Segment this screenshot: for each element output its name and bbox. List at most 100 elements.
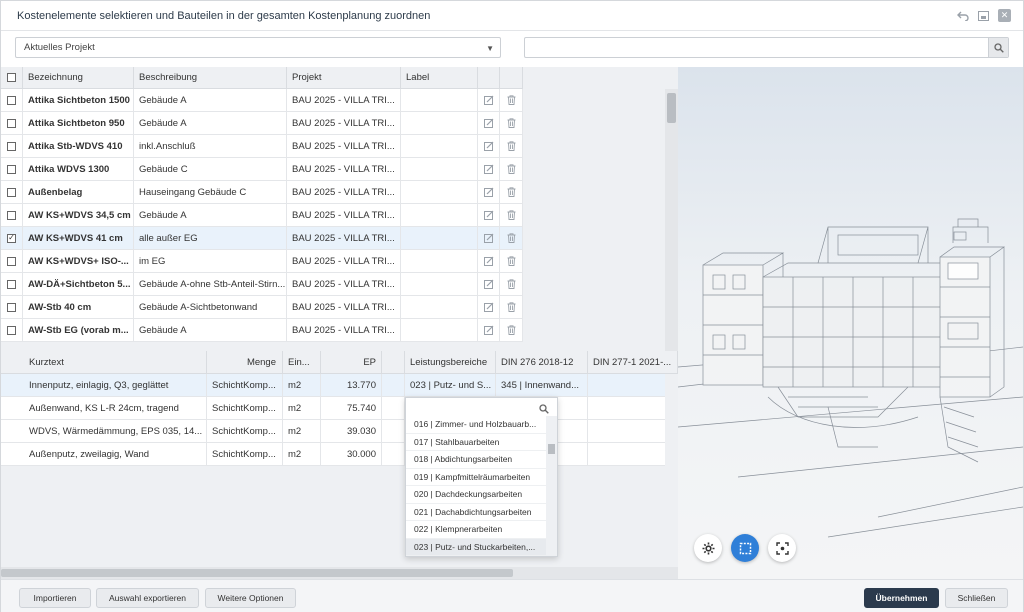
dropdown-scrollbar[interactable] — [546, 416, 557, 556]
undo-icon[interactable] — [956, 9, 969, 22]
cell-din276[interactable]: 345 | Innenwand... — [496, 374, 588, 396]
trash-icon[interactable] — [507, 118, 516, 128]
header-beschreibung[interactable]: Beschreibung — [134, 67, 287, 88]
table-row[interactable]: AW-Stb 40 cm Gebäude A-Sichtbetonwand BAU … — [1, 296, 523, 319]
header-ep[interactable]: EP — [321, 351, 382, 373]
trash-icon[interactable] — [507, 210, 516, 220]
cell-bezeichnung: AW KS+WDVS 34,5 cm — [23, 204, 134, 226]
cell-menge: SchichtKomp... — [207, 374, 283, 396]
more-options-button[interactable]: Weitere Optionen — [205, 588, 296, 608]
export-selection-button[interactable]: Auswahl exportieren — [96, 588, 199, 608]
search-input[interactable] — [524, 37, 1009, 58]
search-button[interactable] — [988, 38, 1008, 57]
dropdown-option[interactable]: 017 | Stahlbauarbeiten — [406, 434, 546, 451]
trash-icon[interactable] — [507, 187, 516, 197]
table-row[interactable]: AW KS+WDVS 34,5 cm Gebäude A BAU 2025 - VI… — [1, 204, 523, 227]
table-row[interactable]: AW KS+WDVS+ ISO-... im EG BAU 2025 - VILLA… — [1, 250, 523, 273]
cell-beschreibung: Gebäude A-ohne Stb-Anteil-Stirn... — [134, 273, 287, 295]
trash-icon[interactable] — [507, 256, 516, 266]
apply-button[interactable]: Übernehmen — [864, 588, 939, 608]
table-row[interactable]: Attika WDVS 1300 Gebäude C BAU 2025 - VILL… — [1, 158, 523, 181]
header-kurztext[interactable]: Kurztext — [1, 351, 207, 373]
edit-icon[interactable] — [483, 302, 494, 312]
dropdown-option[interactable]: 020 | Dachdeckungsarbeiten — [406, 486, 546, 504]
trash-icon[interactable] — [507, 95, 516, 105]
dropdown-option[interactable]: 019 | Kampfmittelräumarbeiten — [406, 469, 546, 486]
dropdown-option[interactable]: 023 | Putz- und Stuckarbeiten,... — [406, 538, 546, 556]
edit-icon[interactable] — [483, 118, 494, 128]
cell-bezeichnung: Attika Sichtbeton 1500 — [23, 89, 134, 111]
cell-label — [401, 273, 478, 295]
trash-icon[interactable] — [507, 141, 516, 151]
table-row[interactable]: Attika Sichtbeton 950 Gebäude A BAU 2025 -… — [1, 112, 523, 135]
cell-leistungsbereiche[interactable]: 023 | Putz- und S... — [405, 374, 496, 396]
table-row[interactable]: Attika Stb-WDVS 410 inkl.Anschluß BAU 2025… — [1, 135, 523, 158]
horizontal-scrollbar-thumb[interactable] — [1, 569, 513, 577]
lower-scrollbar[interactable] — [665, 374, 678, 567]
edit-icon[interactable] — [483, 164, 494, 174]
header-din277[interactable]: DIN 277-1 2021-... — [588, 351, 678, 373]
edit-icon[interactable] — [483, 210, 494, 220]
import-button[interactable]: Importieren — [19, 588, 91, 608]
row-checkbox[interactable] — [7, 187, 16, 197]
edit-icon[interactable] — [483, 141, 494, 151]
upper-scrollbar-thumb[interactable] — [667, 93, 676, 123]
position-row[interactable]: Außenwand, KS L-R 24cm, tragend SchichtKo… — [1, 397, 678, 420]
row-checkbox[interactable] — [7, 302, 16, 312]
focus-button[interactable] — [768, 534, 796, 562]
edit-icon[interactable] — [483, 95, 494, 105]
dropdown-scrollbar-thumb[interactable] — [548, 444, 555, 454]
header-menge[interactable]: Menge — [207, 351, 283, 373]
table-row[interactable]: AW-Stb EG (vorab m... Gebäude A BAU 2025 -… — [1, 319, 523, 342]
header-label[interactable]: Label — [401, 67, 478, 88]
dropdown-option[interactable]: 018 | Abdichtungsarbeiten — [406, 451, 546, 469]
table-row[interactable]: ✓ AW KS+WDVS 41 cm alle außer EG BAU 2025 -… — [1, 227, 523, 250]
header-projekt[interactable]: Projekt — [287, 67, 401, 88]
edit-icon[interactable] — [483, 279, 494, 289]
row-checkbox[interactable] — [7, 141, 16, 151]
upper-scrollbar[interactable] — [665, 89, 678, 351]
header-bezeichnung[interactable]: Bezeichnung — [23, 67, 134, 88]
header-einheit[interactable]: Ein... — [283, 351, 321, 373]
3d-model-viewer[interactable] — [678, 67, 1023, 579]
trash-icon[interactable] — [507, 233, 516, 243]
row-checkbox[interactable] — [7, 279, 16, 289]
edit-icon[interactable] — [483, 187, 494, 197]
row-checkbox[interactable] — [7, 256, 16, 266]
dropdown-option[interactable]: 022 | Klempnerarbeiten — [406, 521, 546, 539]
table-row[interactable]: Attika Sichtbeton 1500 Gebäude A BAU 2025 … — [1, 89, 523, 112]
trash-icon[interactable] — [507, 164, 516, 174]
table-row[interactable]: AW-DÄ+Sichtbeton 5... Gebäude A-ohne Stb-… — [1, 273, 523, 296]
trash-icon[interactable] — [507, 279, 516, 289]
box-select-button[interactable] — [731, 534, 759, 562]
row-checkbox[interactable] — [7, 95, 16, 105]
table-row[interactable]: Außenbelag Hauseingang Gebäude C BAU 2025 … — [1, 181, 523, 204]
row-checkbox[interactable]: ✓ — [7, 233, 16, 243]
window-restore-icon[interactable] — [977, 9, 990, 22]
settings-button[interactable] — [694, 534, 722, 562]
horizontal-scrollbar[interactable] — [1, 567, 678, 579]
row-checkbox[interactable] — [7, 118, 16, 128]
cell-ep: 39.030 — [321, 420, 382, 442]
row-checkbox[interactable] — [7, 325, 16, 335]
edit-icon[interactable] — [483, 256, 494, 266]
dropdown-option[interactable]: 016 | Zimmer- und Holzbauarb... — [406, 416, 546, 434]
cell-beschreibung: Hauseingang Gebäude C — [134, 181, 287, 203]
edit-icon[interactable] — [483, 325, 494, 335]
row-checkbox[interactable] — [7, 210, 16, 220]
table-header: Bezeichnung Beschreibung Projekt Label — [1, 67, 523, 89]
position-row[interactable]: Innenputz, einlagig, Q3, geglättet Schich… — [1, 374, 678, 397]
close-icon[interactable]: ✕ — [998, 9, 1011, 22]
project-select[interactable]: Aktuelles Projekt ▼ — [15, 37, 501, 58]
edit-icon[interactable] — [483, 233, 494, 243]
trash-icon[interactable] — [507, 325, 516, 335]
dropdown-option[interactable]: 021 | Dachabdichtungsarbeiten — [406, 504, 546, 521]
header-leistungsbereiche[interactable]: Leistungsbereiche — [405, 351, 496, 373]
select-all-checkbox[interactable] — [7, 73, 16, 82]
close-button[interactable]: Schließen — [945, 588, 1008, 608]
position-row[interactable]: WDVS, Wärmedämmung, EPS 035, 14... Schich… — [1, 420, 678, 443]
row-checkbox[interactable] — [7, 164, 16, 174]
trash-icon[interactable] — [507, 302, 516, 312]
position-row[interactable]: Außenputz, zweilagig, Wand SchichtKomp...… — [1, 443, 678, 466]
header-din276[interactable]: DIN 276 2018-12 — [496, 351, 588, 373]
